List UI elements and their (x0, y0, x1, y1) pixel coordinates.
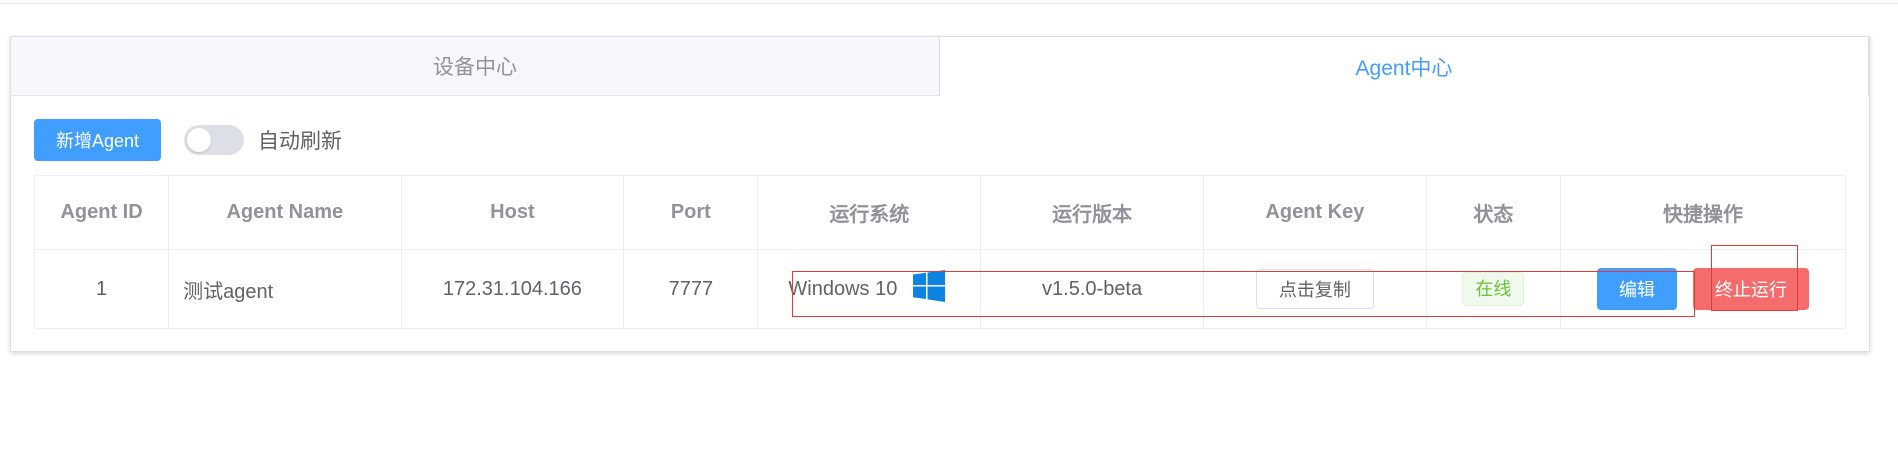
table-row: 1 测试agent 172.31.104.166 7777 Windows 10 (33, 249, 1847, 329)
header-os: 运行系统 (757, 175, 982, 250)
copy-key-button[interactable]: 点击复制 (1255, 269, 1374, 309)
cell-version: v1.5.0-beta (980, 249, 1204, 329)
table-header-row: Agent ID Agent Name Host Port 运行系统 运行版本 … (33, 175, 1847, 250)
agent-table: Agent ID Agent Name Host Port 运行系统 运行版本 … (33, 175, 1847, 329)
cell-host: 172.31.104.166 (400, 249, 625, 329)
auto-refresh-toggle[interactable] (184, 125, 245, 155)
tab-agent-center[interactable]: Agent中心 (939, 37, 1869, 96)
tab-bar: 设备中心 Agent中心 (11, 37, 1869, 96)
stop-button[interactable]: 终止运行 (1692, 268, 1809, 310)
agent-center-panel: 设备中心 Agent中心 新增Agent 自动刷新 Agent ID Agent… (10, 36, 1870, 352)
add-agent-button[interactable]: 新增Agent (34, 119, 162, 161)
auto-refresh-label: 自动刷新 (258, 130, 343, 153)
edit-button[interactable]: 编辑 (1596, 268, 1677, 310)
cell-os: Windows 10 (757, 249, 982, 329)
windows-icon (913, 270, 946, 308)
header-agent-name: Agent Name (168, 175, 402, 250)
header-host: Host (400, 175, 625, 250)
toolbar: 新增Agent 自动刷新 (34, 119, 342, 161)
os-name: Windows 10 (788, 277, 898, 300)
header-status: 状态 (1425, 175, 1561, 250)
top-divider (0, 3, 1898, 4)
cell-agent-name: 测试agent (168, 249, 402, 329)
toggle-knob (187, 128, 212, 152)
status-badge: 在线 (1462, 272, 1525, 306)
header-agent-id: Agent ID (33, 175, 170, 250)
cell-agent-key: 点击复制 (1202, 249, 1427, 329)
cell-port: 7777 (623, 249, 759, 329)
header-actions: 快捷操作 (1559, 175, 1847, 250)
header-port: Port (623, 175, 759, 250)
header-version: 运行版本 (980, 175, 1204, 250)
cell-status: 在线 (1425, 249, 1561, 329)
header-agent-key: Agent Key (1202, 175, 1427, 250)
cell-agent-id: 1 (33, 249, 170, 329)
cell-actions: 编辑 终止运行 (1559, 249, 1847, 329)
tab-device-center[interactable]: 设备中心 (11, 37, 939, 95)
